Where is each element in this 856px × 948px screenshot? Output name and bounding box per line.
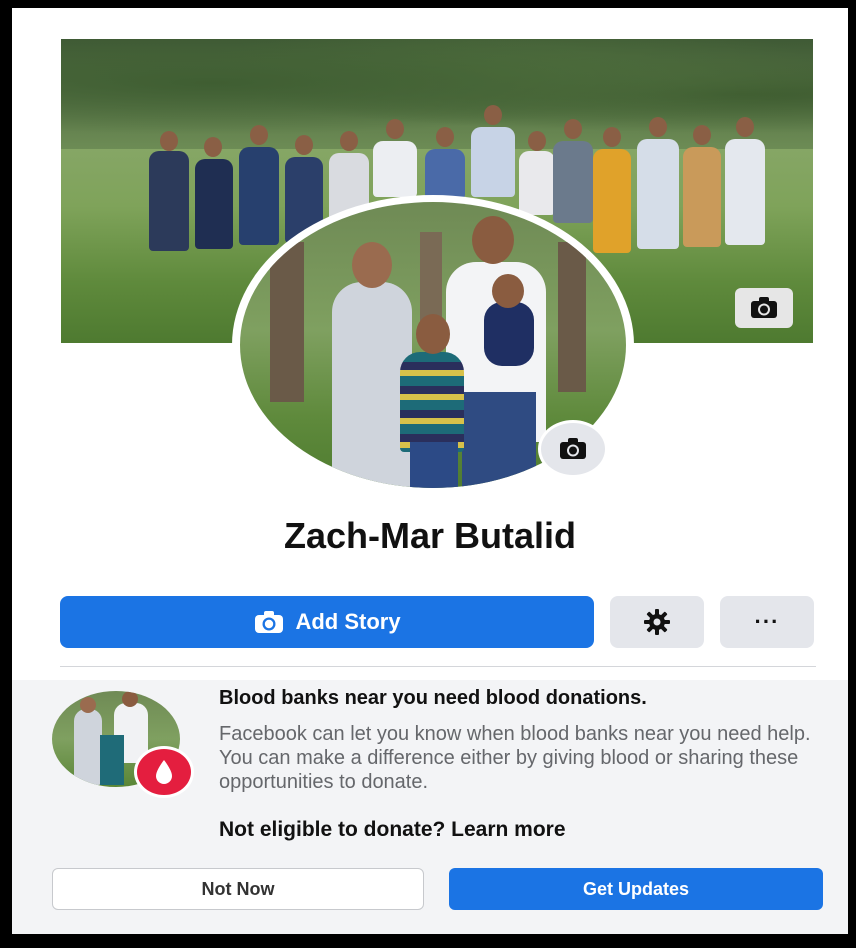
blood-card-body: Facebook can let you know when blood ban… xyxy=(219,723,811,793)
blood-card-title: Blood banks near you need blood donation… xyxy=(219,687,647,709)
cover-person xyxy=(425,149,465,199)
cover-person xyxy=(239,147,279,245)
cover-person-head xyxy=(649,117,667,137)
not-now-button[interactable]: Not Now xyxy=(52,868,424,910)
cover-person-head xyxy=(484,105,502,125)
section-divider xyxy=(60,666,816,667)
gear-icon xyxy=(644,609,670,635)
camera-icon xyxy=(560,438,586,459)
learn-more-link[interactable]: Not eligible to donate? Learn more xyxy=(219,818,819,842)
thumb-figure-head xyxy=(122,691,138,707)
cover-person xyxy=(149,151,189,251)
cover-person-head xyxy=(295,135,313,155)
app-frame: Zach-Mar Butalid Add Story ··· Blood ban… xyxy=(12,8,848,934)
cover-person xyxy=(593,149,631,253)
add-story-button[interactable]: Add Story xyxy=(60,596,594,648)
edit-profile-picture-button[interactable] xyxy=(538,420,608,478)
cover-person xyxy=(683,147,721,247)
avatar-figure-head xyxy=(472,216,514,264)
avatar-figure-head xyxy=(352,242,392,288)
more-icon: ··· xyxy=(754,609,780,634)
cover-person xyxy=(519,151,555,215)
avatar-tree-trunk xyxy=(558,242,586,392)
avatar-figure-head xyxy=(492,274,524,308)
cover-person-head xyxy=(436,127,454,147)
edit-cover-photo-button[interactable] xyxy=(735,288,793,328)
more-options-button[interactable]: ··· xyxy=(720,596,814,648)
cover-person-head xyxy=(693,125,711,145)
cover-person-head xyxy=(736,117,754,137)
cover-person xyxy=(373,141,417,197)
profile-name: Zach-Mar Butalid xyxy=(283,515,577,556)
profile-settings-button[interactable] xyxy=(610,596,704,648)
blood-drop-icon xyxy=(156,760,172,784)
cover-person xyxy=(195,159,233,249)
avatar-figure-baby xyxy=(484,302,534,366)
avatar-figure-boy xyxy=(400,352,464,452)
blood-donation-badge xyxy=(134,746,194,798)
profile-header: Zach-Mar Butalid Add Story ··· xyxy=(12,8,848,680)
add-story-label: Add Story xyxy=(295,609,401,634)
cover-person-head xyxy=(528,131,546,151)
thumb-figure xyxy=(74,709,102,785)
cover-person-head xyxy=(160,131,178,151)
get-updates-button[interactable]: Get Updates xyxy=(449,868,823,910)
cover-person xyxy=(553,141,593,223)
cover-person-head xyxy=(250,125,268,145)
cover-person xyxy=(637,139,679,249)
cover-person-head xyxy=(564,119,582,139)
thumb-figure-head xyxy=(80,697,96,713)
thumb-figure xyxy=(100,735,124,785)
cover-person xyxy=(725,139,765,245)
cover-person xyxy=(471,127,515,197)
cover-person-head xyxy=(603,127,621,147)
camera-icon xyxy=(751,297,777,318)
cover-person-head xyxy=(204,137,222,157)
cover-person-head xyxy=(386,119,404,139)
avatar-figure-head xyxy=(416,314,450,354)
camera-icon xyxy=(255,611,284,633)
avatar-tree-trunk xyxy=(270,242,304,402)
cover-person-head xyxy=(340,131,358,151)
avatar-figure-boy-jeans xyxy=(410,442,458,488)
avatar-figure-jeans xyxy=(462,392,536,488)
